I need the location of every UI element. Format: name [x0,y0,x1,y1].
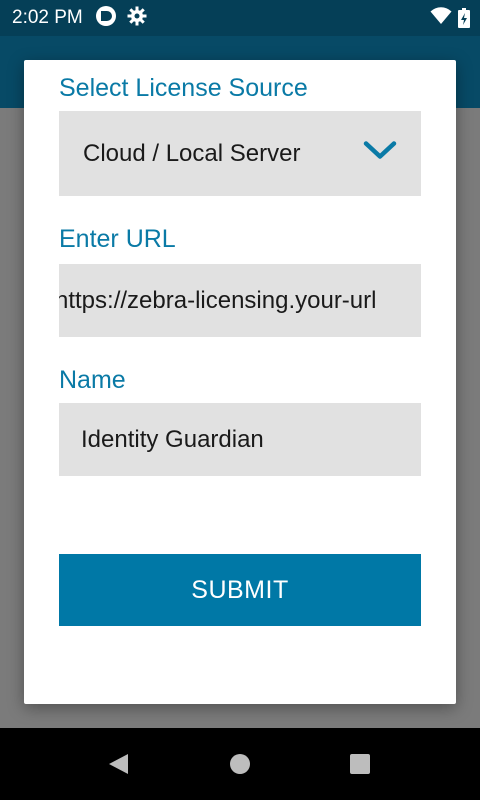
notification-app-icon [95,5,117,31]
url-label: Enter URL [59,225,176,253]
name-label: Name [59,366,126,394]
license-dialog: Select License Source Cloud / Local Serv… [24,60,456,704]
wifi-icon [430,7,452,29]
chevron-down-icon [363,139,397,168]
url-field[interactable]: https://zebra-licensing.your-url [59,264,421,337]
status-bar: 2:02 PM [0,0,480,36]
license-source-label: Select License Source [59,74,308,102]
gear-icon [127,6,147,30]
license-source-dropdown[interactable]: Cloud / Local Server [59,111,421,196]
license-source-selected: Cloud / Local Server [83,139,301,167]
url-value: https://zebra-licensing.your-url [59,286,377,314]
battery-charging-icon [458,8,470,28]
home-icon[interactable] [229,752,251,780]
name-value: Identity Guardian [81,425,264,453]
recents-icon[interactable] [349,752,371,780]
submit-button[interactable]: SUBMIT [59,554,421,626]
back-icon[interactable] [106,752,130,780]
name-field[interactable]: Identity Guardian [59,403,421,476]
navigation-bar [0,728,480,800]
status-right-icons [430,0,470,36]
status-time: 2:02 PM [12,7,83,28]
